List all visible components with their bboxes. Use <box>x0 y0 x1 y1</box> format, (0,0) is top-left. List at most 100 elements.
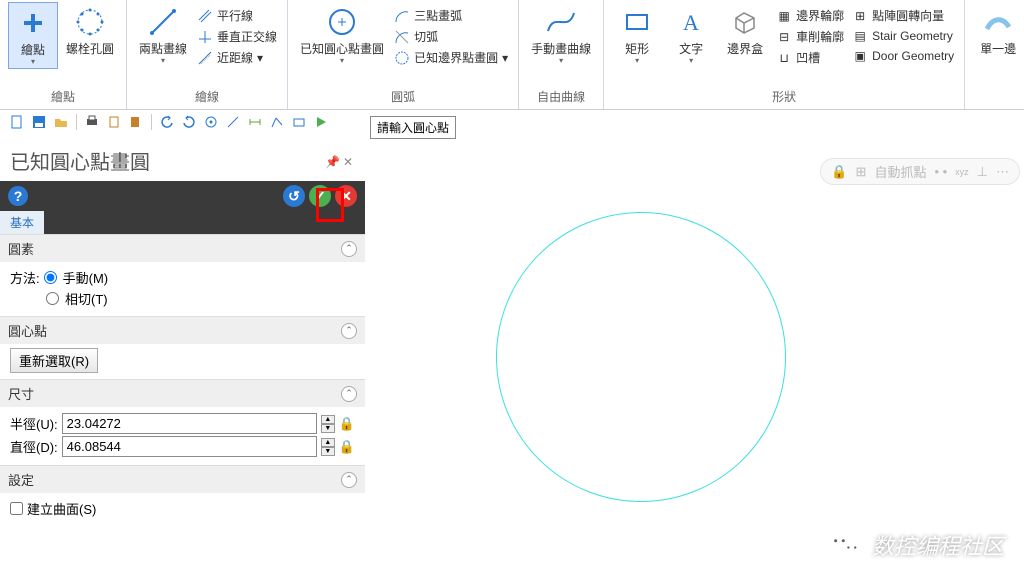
two-point-line-label: 兩點畫線 <box>139 42 187 56</box>
radius-input[interactable] <box>62 413 317 434</box>
text-icon: A <box>673 4 709 40</box>
chevron-down-icon: ▾ <box>689 56 693 65</box>
ribbon-group-points: 繪點 ▾ 螺栓孔圓 繪點 <box>0 0 127 109</box>
new-file-icon[interactable] <box>8 113 26 131</box>
chevron-down-icon: ▾ <box>635 56 639 65</box>
group-label-points: 繪點 <box>51 86 75 109</box>
dim-tool-icon[interactable] <box>246 113 264 131</box>
collapse-icon[interactable]: ⌃ <box>341 386 357 402</box>
rect-label: 矩形 <box>625 42 649 56</box>
create-surface-checkbox[interactable] <box>10 502 23 515</box>
curve-icon <box>543 4 579 40</box>
panel-action-bar: ? ↺ ✓ ✕ <box>0 181 365 211</box>
cut-arc-button[interactable]: 切弧 <box>392 27 510 46</box>
play-icon[interactable] <box>312 113 330 131</box>
lock-icon[interactable]: 🔒 <box>339 439 355 455</box>
stair-button[interactable]: ▤Stair Geometry <box>850 27 956 45</box>
bbox-button[interactable]: 邊界盒 <box>720 2 770 58</box>
undo-icon[interactable] <box>158 113 176 131</box>
lock-icon[interactable]: 🔒 <box>339 416 355 432</box>
snap-toolbar[interactable]: 🔒 ⊞ 自動抓點 • • xyz ⊥ ⋯ <box>820 158 1020 185</box>
collapse-icon[interactable]: ⌃ <box>341 323 357 339</box>
method-tangent-label[interactable]: 相切(T) <box>65 289 108 308</box>
tab-basic[interactable]: 基本 <box>0 211 44 234</box>
perpendicular-line-button[interactable]: 垂直正交線 <box>195 27 279 46</box>
reselect-button[interactable]: 重新選取(R) <box>10 348 98 373</box>
line-tool-icon[interactable] <box>224 113 242 131</box>
method-manual-radio[interactable] <box>44 271 57 284</box>
snap-dots-icon[interactable]: • • <box>934 164 947 179</box>
lock-icon[interactable]: 🔒 <box>831 164 847 180</box>
turn-button[interactable]: ⊟車削輪廓 <box>774 27 846 46</box>
cut-arc-icon <box>394 29 410 45</box>
trim-tool-icon[interactable] <box>268 113 286 131</box>
plus-icon <box>15 5 51 41</box>
text-button[interactable]: A 文字 ▾ <box>666 2 716 67</box>
clipboard-icon[interactable] <box>105 113 123 131</box>
grid-icon[interactable]: ⊞ <box>856 164 867 180</box>
snap-perp-icon[interactable]: ⊥ <box>977 164 988 180</box>
method-label: 方法: <box>10 268 40 287</box>
manual-curve-label: 手動畫曲線 <box>531 42 591 56</box>
three-point-arc-label: 三點畫弧 <box>414 7 462 24</box>
radius-spinner[interactable]: ▲▼ <box>321 415 335 433</box>
ribbon-group-side: 單一邊 <box>965 0 1024 109</box>
single-side-button[interactable]: 單一邊 <box>973 2 1023 58</box>
perpendicular-icon <box>197 29 213 45</box>
near-line-label: 近距線 <box>217 49 253 66</box>
create-surface-label[interactable]: 建立曲面(S) <box>27 499 96 518</box>
reload-button[interactable]: ↺ <box>283 185 305 207</box>
circle-center-button[interactable]: 已知圓心點畫圓 ▾ <box>296 2 388 67</box>
bolt-circle-icon <box>72 4 108 40</box>
diameter-spinner[interactable]: ▲▼ <box>321 438 335 456</box>
svg-text:A: A <box>683 10 699 35</box>
ribbon: 繪點 ▾ 螺栓孔圓 繪點 兩點畫線 ▾ <box>0 0 1024 110</box>
single-side-icon <box>980 4 1016 40</box>
rect-tool-icon[interactable] <box>290 113 308 131</box>
ribbon-group-arcs: 已知圓心點畫圓 ▾ 三點畫弧 切弧 已知邊界點畫圓 ▾ 圓弧 <box>288 0 519 109</box>
cancel-button[interactable]: ✕ <box>335 185 357 207</box>
snap-more-icon[interactable]: ⋯ <box>996 164 1009 180</box>
near-line-button[interactable]: 近距線 ▾ <box>195 48 279 67</box>
section-size-head: 尺寸 <box>8 384 34 403</box>
collapse-icon[interactable]: ⌃ <box>341 241 357 257</box>
collapse-icon[interactable]: ⌃ <box>341 472 357 488</box>
pin-icon[interactable]: 📌 <box>325 155 337 167</box>
rect-button[interactable]: 矩形 ▾ <box>612 2 662 67</box>
group-label-arcs: 圓弧 <box>391 86 415 109</box>
near-line-icon <box>197 50 213 66</box>
manual-curve-button[interactable]: 手動畫曲線 ▾ <box>527 2 595 67</box>
boundary-button[interactable]: ▦邊界輪廓 <box>774 6 846 25</box>
two-point-line-icon <box>145 4 181 40</box>
bolt-circle-label: 螺栓孔圓 <box>66 42 114 56</box>
boundary-circle-button[interactable]: 已知邊界點畫圓 ▾ <box>392 48 510 67</box>
panel-title: 已知圓心點畫圓 <box>10 146 325 175</box>
parallel-line-button[interactable]: 平行線 <box>195 6 279 25</box>
point-button[interactable]: 繪點 ▾ <box>8 2 58 69</box>
paste-icon[interactable] <box>127 113 145 131</box>
folder-icon[interactable] <box>52 113 70 131</box>
ok-button[interactable]: ✓ <box>309 185 331 207</box>
door-icon: ▣ <box>852 48 868 64</box>
method-manual-label[interactable]: 手動(M) <box>63 268 109 287</box>
close-icon[interactable]: ✕ <box>343 155 355 167</box>
section-element-head: 圓素 <box>8 239 34 258</box>
help-button[interactable]: ? <box>8 186 28 206</box>
save-icon[interactable] <box>30 113 48 131</box>
door-button[interactable]: ▣Door Geometry <box>850 47 956 65</box>
snap-xyz-icon[interactable]: xyz <box>955 167 969 177</box>
target-icon[interactable] <box>202 113 220 131</box>
two-point-line-button[interactable]: 兩點畫線 ▾ <box>135 2 191 67</box>
pattern-button[interactable]: ⊞點陣圓轉向量 <box>850 6 956 25</box>
drawing-canvas[interactable] <box>366 140 1024 579</box>
print-icon[interactable] <box>83 113 101 131</box>
diameter-input[interactable] <box>62 436 317 457</box>
panel-tabs: 基本 <box>0 211 365 234</box>
method-tangent-radio[interactable] <box>46 292 59 305</box>
three-point-arc-button[interactable]: 三點畫弧 <box>392 6 510 25</box>
redo-icon[interactable] <box>180 113 198 131</box>
bbox-label: 邊界盒 <box>727 42 763 56</box>
bolt-circle-button[interactable]: 螺栓孔圓 <box>62 2 118 58</box>
chevron-down-icon: ▾ <box>559 56 563 65</box>
groove-button[interactable]: ⊔凹槽 <box>774 48 846 67</box>
